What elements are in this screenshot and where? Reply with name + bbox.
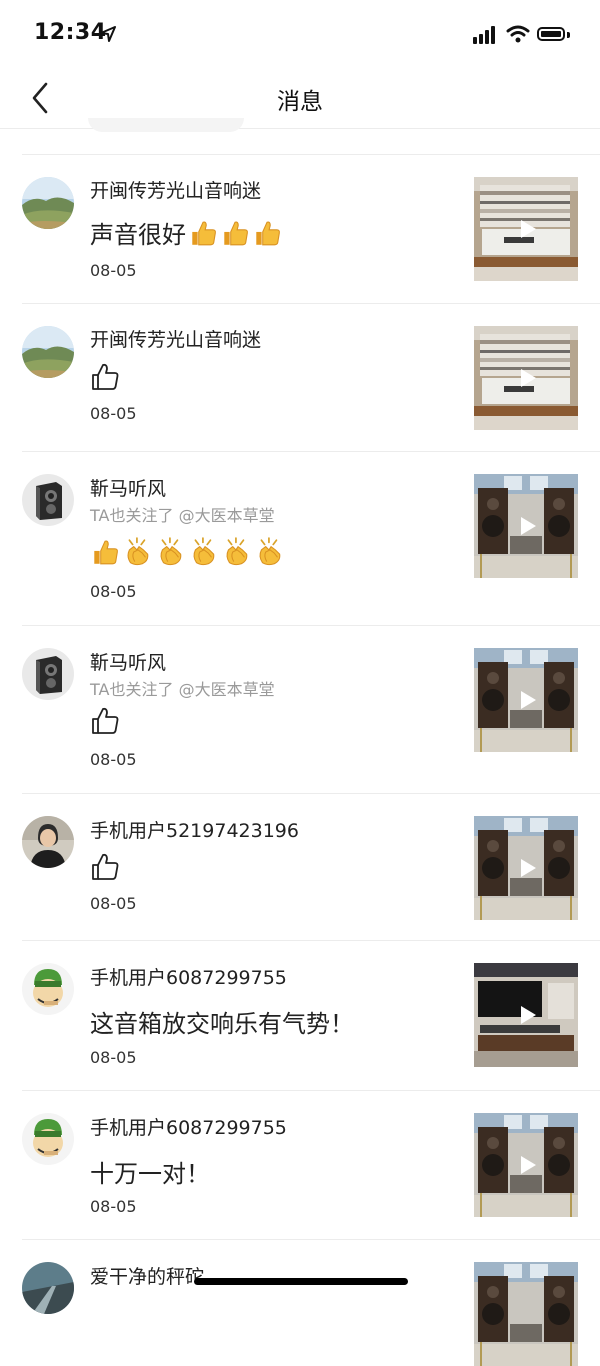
list-item[interactable]: 开闽传芳光山音响迷 08-05: [0, 304, 600, 452]
timestamp: 08-05: [90, 1048, 137, 1067]
list-item[interactable]: 开闽传芳光山音响迷 声音很好 08-05: [0, 155, 600, 304]
avatar[interactable]: [22, 816, 74, 868]
play-icon: [518, 1005, 538, 1025]
video-thumbnail[interactable]: [474, 816, 578, 920]
battery-icon: [537, 27, 565, 41]
like-icon: [90, 362, 120, 392]
user-name[interactable]: 手机用户52197423196: [90, 816, 299, 843]
cellular-signal-icon: [473, 26, 499, 44]
like-icon: [90, 706, 120, 736]
avatar[interactable]: [22, 648, 74, 700]
play-icon: [518, 516, 538, 536]
page-title: 消息: [277, 89, 323, 115]
avatar[interactable]: [22, 326, 74, 378]
clapping-hands-emoji-icon: [222, 537, 252, 567]
thumbs-up-emoji-icon: [220, 218, 250, 248]
timestamp: 08-05: [90, 261, 137, 280]
user-name[interactable]: 手机用户6087299755: [90, 1113, 287, 1140]
video-thumbnail[interactable]: [474, 1262, 578, 1366]
message-list: 开闽传芳光山音响迷 声音很好 08-05 开闽传芳光山音响迷 08-05 靳马听…: [0, 155, 600, 1366]
user-name[interactable]: 靳马听风: [90, 648, 166, 675]
previous-item-stub: [88, 118, 244, 132]
status-bar: 12:34: [0, 0, 600, 70]
play-icon: [518, 219, 538, 239]
video-thumbnail[interactable]: [474, 474, 578, 578]
user-name[interactable]: 爱干净的秤砣: [90, 1262, 204, 1289]
follow-hint: TA也关注了 @大医本草堂: [90, 680, 275, 699]
avatar[interactable]: [22, 963, 74, 1015]
play-icon: [518, 1155, 538, 1175]
timestamp: 08-05: [90, 750, 137, 769]
video-thumbnail[interactable]: [474, 963, 578, 1067]
like-icon: [90, 852, 120, 882]
list-item[interactable]: 手机用户6087299755 这音箱放交响乐有气势！ 08-05: [0, 941, 600, 1091]
user-name[interactable]: 开闽传芳光山音响迷: [90, 325, 261, 352]
video-thumbnail[interactable]: [474, 326, 578, 430]
video-thumbnail[interactable]: [474, 648, 578, 752]
list-item[interactable]: 靳马听风 TA也关注了 @大医本草堂 08-05: [0, 626, 600, 794]
avatar[interactable]: [22, 474, 74, 526]
user-name[interactable]: 手机用户6087299755: [90, 963, 287, 990]
timestamp: 08-05: [90, 582, 137, 601]
play-icon: [518, 368, 538, 388]
thumbs-up-emoji-icon: [90, 537, 120, 567]
play-icon: [518, 858, 538, 878]
clapping-hands-emoji-icon: [189, 537, 219, 567]
list-item[interactable]: 手机用户6087299755 十万一对！ 08-05: [0, 1091, 600, 1240]
avatar[interactable]: [22, 177, 74, 229]
user-name[interactable]: 靳马听风: [90, 474, 166, 501]
clapping-hands-emoji-icon: [156, 537, 186, 567]
emoji-message: [90, 537, 285, 567]
status-time: 12:34: [34, 20, 107, 45]
thumbs-up-emoji-icon: [188, 218, 218, 248]
list-item[interactable]: 靳马听风 TA也关注了 @大医本草堂 08-05: [0, 452, 600, 626]
follow-hint: TA也关注了 @大医本草堂: [90, 506, 275, 525]
clapping-hands-emoji-icon: [255, 537, 285, 567]
avatar[interactable]: [22, 1262, 74, 1314]
wifi-icon: [506, 25, 530, 43]
home-indicator[interactable]: [194, 1278, 408, 1285]
location-arrow-icon: [100, 26, 116, 42]
avatar[interactable]: [22, 1113, 74, 1165]
video-thumbnail[interactable]: [474, 177, 578, 281]
message-text: 声音很好: [90, 221, 186, 249]
clapping-hands-emoji-icon: [123, 537, 153, 567]
thumbs-up-emoji-icon: [252, 218, 282, 248]
video-thumbnail[interactable]: [474, 1113, 578, 1217]
timestamp: 08-05: [90, 894, 137, 913]
play-icon: [518, 690, 538, 710]
message-text: 十万一对！: [90, 1160, 210, 1188]
user-name[interactable]: 开闽传芳光山音响迷: [90, 176, 261, 203]
timestamp: 08-05: [90, 1197, 137, 1216]
message-text: 这音箱放交响乐有气势！: [90, 1010, 354, 1038]
timestamp: 08-05: [90, 404, 137, 423]
battery-cap: [567, 32, 570, 38]
message-content: 声音很好: [90, 215, 282, 250]
list-item[interactable]: 手机用户52197423196 08-05: [0, 794, 600, 941]
